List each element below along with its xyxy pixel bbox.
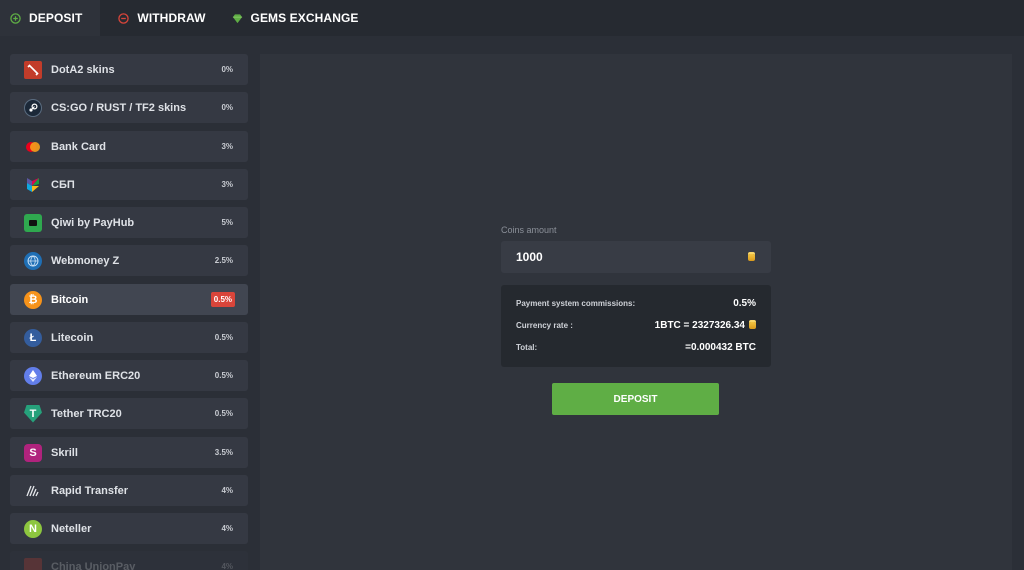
payment-method-fee: 2.5%: [214, 256, 233, 265]
payment-method-ethereum[interactable]: Ethereum ERC20 0.5%: [10, 360, 248, 391]
coin-icon: [749, 322, 756, 329]
payment-method-fee: 5%: [221, 218, 233, 227]
payment-method-dota2[interactable]: DotA2 skins 0%: [10, 54, 248, 85]
payment-method-name: Qiwi by PayHub: [51, 216, 135, 229]
payment-method-webmoney[interactable]: Webmoney Z 2.5%: [10, 245, 248, 276]
tab-deposit-label: DEPOSIT: [29, 11, 83, 25]
payment-method-rapid-transfer[interactable]: Rapid Transfer 4%: [10, 475, 248, 506]
payment-method-list: DotA2 skins 0% CS:GO / RUST / TF2 skins …: [10, 54, 248, 570]
payment-method-name: Bitcoin: [51, 293, 89, 306]
payment-method-fee: 3%: [221, 142, 233, 151]
payment-method-fee: 0.5%: [214, 371, 233, 380]
tab-withdraw[interactable]: WITHDRAW: [108, 0, 221, 36]
ethereum-icon: [24, 366, 42, 385]
bitcoin-icon: ₿: [24, 290, 42, 309]
commission-row: Payment system commissions: 0.5%: [516, 298, 756, 309]
payment-method-name: Ethereum ERC20: [51, 369, 141, 382]
commission-label: Payment system commissions:: [516, 299, 636, 308]
coins-amount-value: 1000: [516, 250, 543, 264]
unionpay-icon: [24, 557, 42, 570]
deposit-button[interactable]: DEPOSIT: [552, 383, 719, 415]
payment-method-name: DotA2 skins: [51, 63, 115, 76]
payment-method-name: China UnionPay: [51, 560, 136, 570]
tether-icon: T: [24, 404, 42, 423]
bank-card-icon: [24, 138, 42, 156]
payment-method-fee-badge: 0.5%: [210, 292, 235, 307]
payment-method-name: СБП: [51, 178, 75, 191]
payment-method-fee: 0%: [221, 103, 233, 112]
plus-circle-icon: [10, 12, 21, 24]
total-label: Total:: [516, 343, 538, 352]
coins-amount-input[interactable]: 1000: [501, 241, 771, 273]
total-row: Total: =0.000432 BTC: [516, 342, 756, 353]
payment-method-fee: 0.5%: [214, 333, 233, 342]
deposit-panel: Coins amount 1000 Payment system commiss…: [260, 54, 1012, 570]
payment-method-name: Rapid Transfer: [51, 484, 129, 497]
payment-method-name: Litecoin: [51, 331, 94, 344]
payment-method-name: Bank Card: [51, 140, 107, 153]
minus-circle-icon: [118, 12, 130, 24]
payment-method-steam-skins[interactable]: CS:GO / RUST / TF2 skins 0%: [10, 92, 248, 123]
rapid-transfer-icon: [24, 482, 42, 500]
payment-method-fee: 4%: [221, 524, 233, 533]
commission-value: 0.5%: [733, 298, 756, 309]
currency-rate-value-wrap: 1BTC = 2327326.34: [655, 320, 756, 331]
payment-method-neteller[interactable]: N Neteller 4%: [10, 513, 248, 544]
payment-method-unionpay[interactable]: China UnionPay 4%: [10, 551, 248, 570]
top-tab-bar: DEPOSIT WITHDRAW GEMS EXCHANGE: [0, 0, 1024, 36]
currency-rate-value: 1BTC = 2327326.34: [654, 320, 745, 331]
qiwi-icon: [24, 213, 42, 232]
payment-method-fee: 4%: [221, 486, 233, 495]
payment-method-litecoin[interactable]: Ł Litecoin 0.5%: [10, 322, 248, 353]
payment-method-tether[interactable]: T Tether TRC20 0.5%: [10, 398, 248, 429]
payment-method-fee: 0%: [221, 65, 233, 74]
litecoin-icon: Ł: [24, 328, 42, 347]
payment-method-name: Tether TRC20: [51, 407, 122, 420]
payment-method-name: Webmoney Z: [51, 254, 120, 267]
payment-method-qiwi[interactable]: Qiwi by PayHub 5%: [10, 207, 248, 238]
payment-method-bank-card[interactable]: Bank Card 3%: [10, 131, 248, 162]
dota2-icon: [24, 60, 42, 79]
payment-method-fee: 0.5%: [214, 409, 233, 418]
coins-amount-label: Coins amount: [501, 225, 557, 235]
skrill-icon: S: [24, 443, 42, 462]
webmoney-icon: [24, 251, 42, 270]
total-value: =0.000432 BTC: [685, 342, 756, 353]
payment-method-name: Neteller: [51, 522, 92, 535]
deposit-summary: Payment system commissions: 0.5% Currenc…: [501, 285, 771, 367]
payment-method-bitcoin[interactable]: ₿ Bitcoin 0.5%: [10, 284, 248, 315]
payment-method-fee: 3.5%: [214, 448, 233, 457]
coin-icon: [748, 253, 755, 261]
neteller-icon: N: [24, 519, 42, 538]
tab-gems-exchange[interactable]: GEMS EXCHANGE: [222, 0, 375, 36]
payment-method-fee: 4%: [221, 562, 233, 570]
payment-method-sbp[interactable]: СБП 3%: [10, 169, 248, 200]
tab-deposit[interactable]: DEPOSIT: [0, 0, 101, 36]
payment-method-fee: 3%: [221, 180, 233, 189]
gem-icon: [232, 13, 242, 23]
payment-method-name: CS:GO / RUST / TF2 skins: [51, 101, 187, 114]
steam-icon: [24, 98, 42, 117]
payment-method-skrill[interactable]: S Skrill 3.5%: [10, 437, 248, 468]
currency-rate-label: Currency rate :: [516, 321, 573, 330]
tab-withdraw-label: WITHDRAW: [137, 11, 206, 25]
currency-rate-row: Currency rate : 1BTC = 2327326.34: [516, 320, 756, 331]
tab-gems-exchange-label: GEMS EXCHANGE: [250, 11, 359, 25]
payment-method-name: Skrill: [51, 446, 78, 459]
sbp-icon: [24, 176, 42, 194]
